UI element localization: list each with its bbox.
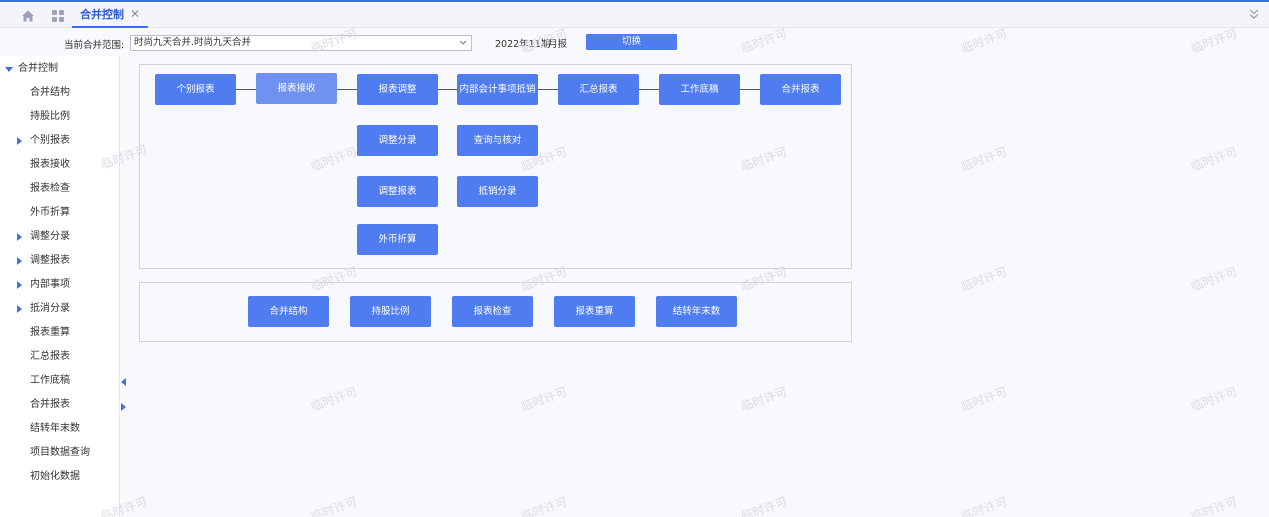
sidebar-item-report-receive[interactable]: 报表接收 <box>0 153 118 177</box>
caret-right-icon <box>17 233 22 241</box>
sidebar-item-label: 调整报表 <box>30 255 70 266</box>
sidebar-item-report-recalc[interactable]: 报表重算 <box>0 321 118 345</box>
tab-merge-control[interactable]: 合并控制 ✕ <box>72 2 149 28</box>
sidebar-item-label: 工作底稿 <box>30 375 70 386</box>
range-label: 当前合并范围: <box>64 40 125 51</box>
shortcut-btn-merge-structure[interactable]: 合并结构 <box>248 296 329 327</box>
sidebar-item-label: 报表检查 <box>30 183 70 194</box>
flow-btn-adjust-reports[interactable]: 调整报表 <box>357 176 438 207</box>
sidebar-item-report-check[interactable]: 报表检查 <box>0 177 118 201</box>
sidebar-item-label: 外币折算 <box>30 207 70 218</box>
flow-btn-summary-report[interactable]: 汇总报表 <box>558 74 639 105</box>
watermark: 临时许可 <box>739 494 790 517</box>
sidebar-item-adjust-entries[interactable]: 调整分录 <box>0 225 118 249</box>
double-chevron-down-icon[interactable] <box>1247 7 1261 21</box>
flow-btn-consolidated-report[interactable]: 合并报表 <box>760 74 841 105</box>
sidebar-item-label: 调整分录 <box>30 231 70 242</box>
sidebar-item-carry-forward[interactable]: 结转年末数 <box>0 417 118 441</box>
sidebar-item-init-data[interactable]: 初始化数据 <box>0 465 118 489</box>
flow-btn-query-check[interactable]: 查询与核对 <box>457 125 538 156</box>
flow-btn-internal-elimination[interactable]: 内部会计事项抵销 <box>457 74 538 105</box>
range-select[interactable]: 时尚九天合并.时尚九天合并 <box>130 35 472 51</box>
shortcut-btn-carry-forward[interactable]: 结转年末数 <box>656 296 737 327</box>
sidebar-item-label: 报表接收 <box>30 159 70 170</box>
watermark: 临时许可 <box>739 26 790 56</box>
sidebar-item-label: 个别报表 <box>30 135 70 146</box>
sidebar-item-label: 汇总报表 <box>30 351 70 362</box>
caret-right-icon <box>17 305 22 313</box>
sidebar-item-project-data-query[interactable]: 项目数据查询 <box>0 441 118 465</box>
watermark: 临时许可 <box>959 144 1010 174</box>
watermark: 临时许可 <box>959 26 1010 56</box>
tab-label: 合并控制 <box>80 8 124 21</box>
sidebar-item-worksheet[interactable]: 工作底稿 <box>0 369 118 393</box>
sidebar-item-label: 合并控制 <box>18 63 58 74</box>
watermark: 临时许可 <box>1189 494 1240 517</box>
switch-button[interactable]: 切换 <box>586 34 677 50</box>
sidebar-item-individual-reports[interactable]: 个别报表 <box>0 129 118 153</box>
watermark: 临时许可 <box>1189 384 1240 414</box>
collapse-left-icon[interactable] <box>121 378 126 386</box>
period-type-text: 月报 <box>548 39 568 50</box>
watermark: 临时许可 <box>519 384 570 414</box>
sidebar-item-label: 合并结构 <box>30 87 70 98</box>
watermark: 临时许可 <box>309 494 360 517</box>
home-icon[interactable] <box>20 8 36 24</box>
watermark: 临时许可 <box>959 264 1010 294</box>
tab-close-icon[interactable]: ✕ <box>130 7 140 21</box>
sidebar-item-label: 内部事项 <box>30 279 70 290</box>
flow-btn-individual-reports[interactable]: 个别报表 <box>155 74 236 105</box>
watermark: 临时许可 <box>1189 144 1240 174</box>
caret-right-icon <box>17 137 22 145</box>
expand-right-icon[interactable] <box>121 403 126 411</box>
sidebar-item-currency-translation[interactable]: 外币折算 <box>0 201 118 225</box>
caret-down-icon <box>5 67 13 72</box>
watermark: 临时许可 <box>519 494 570 517</box>
caret-right-icon <box>17 257 22 265</box>
shortcut-btn-shareholding[interactable]: 持股比例 <box>350 296 431 327</box>
flow-btn-elimination-entries[interactable]: 抵销分录 <box>457 176 538 207</box>
sidebar-item-label: 抵消分录 <box>30 303 70 314</box>
top-bar: 合并控制 ✕ <box>0 0 1269 28</box>
sidebar-item-label: 结转年末数 <box>30 423 80 434</box>
watermark: 临时许可 <box>309 384 360 414</box>
watermark: 临时许可 <box>1189 264 1240 294</box>
shortcut-btn-report-recalc[interactable]: 报表重算 <box>554 296 635 327</box>
caret-right-icon <box>17 281 22 289</box>
watermark: 临时许可 <box>959 384 1010 414</box>
sidebar-item-summary-report[interactable]: 汇总报表 <box>0 345 118 369</box>
sidebar-item-merge-structure[interactable]: 合并结构 <box>0 81 118 105</box>
sidebar-item-shareholding[interactable]: 持股比例 <box>0 105 118 129</box>
watermark: 临时许可 <box>1189 26 1240 56</box>
flow-btn-currency-translation[interactable]: 外币折算 <box>357 224 438 255</box>
sidebar-item-label: 项目数据查询 <box>30 447 90 458</box>
sidebar-item-label: 报表重算 <box>30 327 70 338</box>
sidebar-item-consolidated-report[interactable]: 合并报表 <box>0 393 118 417</box>
sidebar-item-label: 持股比例 <box>30 111 70 122</box>
shortcut-btn-report-check[interactable]: 报表检查 <box>452 296 533 327</box>
sidebar-item-merge-control[interactable]: 合并控制 <box>0 57 118 81</box>
flow-btn-adjust-entries[interactable]: 调整分录 <box>357 125 438 156</box>
sidebar-item-label: 初始化数据 <box>30 471 80 482</box>
watermark: 临时许可 <box>959 494 1010 517</box>
apps-grid-icon[interactable] <box>50 8 66 24</box>
sidebar-item-label: 合并报表 <box>30 399 70 410</box>
chevron-down-icon <box>459 40 467 45</box>
watermark: 临时许可 <box>739 384 790 414</box>
range-value: 时尚九天合并.时尚九天合并 <box>134 37 252 48</box>
flow-btn-worksheet[interactable]: 工作底稿 <box>659 74 740 105</box>
sidebar: 合并控制 合并结构 持股比例 个别报表 报表接收 报表检查 外币折算 调整分录 … <box>0 56 120 517</box>
sidebar-item-internal-matters[interactable]: 内部事项 <box>0 273 118 297</box>
period-text: 2022年11期 <box>495 39 551 50</box>
flow-btn-report-adjust[interactable]: 报表调整 <box>357 74 438 105</box>
sidebar-item-adjust-reports[interactable]: 调整报表 <box>0 249 118 273</box>
sidebar-item-elimination-entries[interactable]: 抵消分录 <box>0 297 118 321</box>
flow-btn-report-receive[interactable]: 报表接收 <box>256 73 337 104</box>
